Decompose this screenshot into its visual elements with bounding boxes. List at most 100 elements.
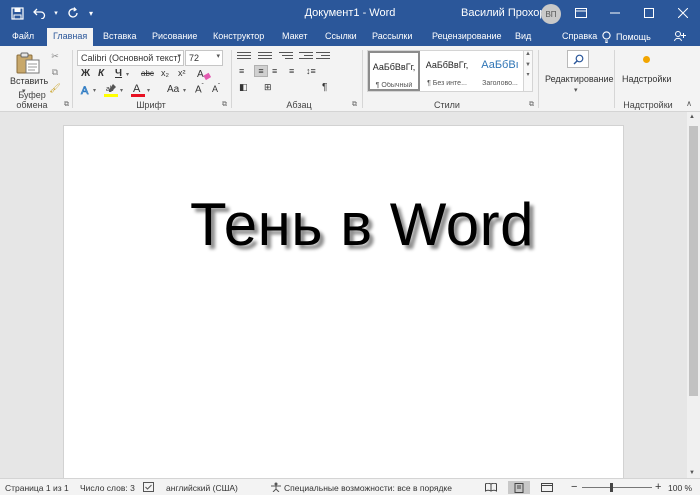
tab-references[interactable]: Ссылки <box>325 28 357 46</box>
maximize-icon[interactable] <box>632 0 666 26</box>
paste-icon[interactable] <box>16 52 40 74</box>
style-heading-1[interactable]: АаБбВı Заголово... <box>474 51 526 91</box>
highlight-dropdown-icon[interactable]: ▾ <box>120 87 123 94</box>
minimize-icon[interactable] <box>598 0 632 26</box>
collapse-ribbon-icon[interactable]: ∧ <box>686 99 692 108</box>
word-count[interactable]: Число слов: 3 <box>80 483 135 493</box>
customize-qat-icon[interactable]: ▾ <box>86 4 96 22</box>
cut-icon[interactable]: ✂ <box>48 51 62 63</box>
style-no-spacing[interactable]: АаБбВвГг, ¶ Без инте... <box>421 51 473 91</box>
web-layout-icon[interactable] <box>536 481 558 494</box>
text-effects-dropdown-icon[interactable]: ▾ <box>93 87 96 94</box>
tab-help[interactable]: Справка <box>562 28 597 46</box>
font-color-icon[interactable]: A <box>131 82 145 98</box>
align-center-icon[interactable]: ≡ <box>254 65 268 77</box>
tab-mailings[interactable]: Рассылки <box>372 28 412 46</box>
multilevel-list-icon[interactable] <box>279 52 293 64</box>
tab-review[interactable]: Рецензирование <box>432 28 502 46</box>
search-icon[interactable] <box>567 50 589 68</box>
chevron-down-icon[interactable]: ▼ <box>524 62 532 68</box>
accessibility-icon[interactable] <box>270 482 282 494</box>
align-right-icon[interactable]: ≡ <box>272 66 277 76</box>
style-normal[interactable]: АаБбВвГг, ¶ Обычный <box>368 51 420 91</box>
tab-design[interactable]: Конструктор <box>213 28 264 46</box>
zoom-slider[interactable] <box>582 487 652 488</box>
tell-me-button[interactable]: Помощь <box>602 28 651 46</box>
avatar[interactable]: ВП <box>541 4 561 24</box>
styles-scroll[interactable]: ▲ ▼ ▾ <box>523 50 533 92</box>
underline-dropdown-icon[interactable]: ▾ <box>126 71 129 78</box>
scroll-down-icon[interactable]: ▼ <box>689 470 695 476</box>
bold-button[interactable]: Ж <box>81 68 90 79</box>
close-icon[interactable] <box>666 0 700 26</box>
styles-launcher-icon[interactable]: ⧉ <box>529 101 534 109</box>
tab-home[interactable]: Главная <box>47 28 94 46</box>
tab-file[interactable]: Файл <box>12 28 34 46</box>
zoom-in-button[interactable]: + <box>655 481 661 493</box>
numbering-icon[interactable] <box>258 52 272 64</box>
zoom-out-button[interactable]: − <box>571 481 577 493</box>
tab-view[interactable]: Вид <box>515 28 531 46</box>
language-indicator[interactable]: английский (США) <box>166 483 238 493</box>
change-case-dropdown-icon[interactable]: ▾ <box>183 87 186 94</box>
vertical-scrollbar[interactable]: ▲ ▼ <box>687 112 700 478</box>
undo-icon[interactable] <box>30 4 48 22</box>
decrease-indent-icon[interactable] <box>299 52 313 64</box>
ribbon-display-icon[interactable] <box>564 0 598 26</box>
align-left-icon[interactable]: ≡ <box>239 66 244 76</box>
scroll-thumb[interactable] <box>689 126 698 396</box>
save-icon[interactable] <box>8 4 26 22</box>
document-text[interactable]: Тень в Word <box>190 190 534 259</box>
read-mode-icon[interactable] <box>480 481 502 494</box>
shrink-font-button[interactable]: Aˇ <box>212 84 220 94</box>
italic-button[interactable]: К <box>98 68 104 79</box>
accessibility-status[interactable]: Специальные возможности: все в порядке <box>284 483 452 493</box>
grow-font-button[interactable]: Aˆ <box>195 84 204 95</box>
scroll-up-icon[interactable]: ▲ <box>689 114 695 120</box>
clear-formatting-icon[interactable]: A <box>197 67 211 81</box>
proofing-icon[interactable] <box>143 482 154 494</box>
print-layout-icon[interactable] <box>508 481 530 494</box>
show-formatting-button[interactable]: ¶ <box>322 82 327 93</box>
subscript-button[interactable]: x₂ <box>161 68 169 78</box>
change-case-button[interactable]: Aa <box>167 84 179 95</box>
tab-draw[interactable]: Рисование <box>152 28 197 46</box>
more-styles-icon[interactable]: ▾ <box>524 71 532 78</box>
line-spacing-icon[interactable]: ↕≡ <box>306 66 316 76</box>
addins-group-label: Надстройки <box>623 100 673 110</box>
redo-icon[interactable] <box>64 4 82 22</box>
shading-icon[interactable]: ◧ <box>239 82 248 93</box>
increase-indent-icon[interactable] <box>316 52 330 64</box>
share-icon[interactable] <box>674 30 686 45</box>
addins-button[interactable]: Надстройки <box>622 74 671 84</box>
paste-button[interactable]: Вставить <box>10 76 48 86</box>
zoom-level[interactable]: 100 % <box>668 483 692 493</box>
strikethrough-button[interactable]: abc <box>141 69 154 78</box>
addins-icon[interactable] <box>643 56 650 63</box>
clipboard-launcher-icon[interactable]: ⧉ <box>64 101 69 109</box>
highlight-icon[interactable]: ab <box>104 82 118 98</box>
page-count[interactable]: Страница 1 из 1 <box>5 483 69 493</box>
justify-icon[interactable]: ≡ <box>289 66 294 76</box>
bullets-icon[interactable] <box>237 52 251 64</box>
document-page[interactable] <box>63 125 624 485</box>
font-size-combo[interactable]: 72 ▾ <box>185 50 223 66</box>
font-launcher-icon[interactable]: ⧉ <box>222 101 227 109</box>
editing-dropdown-icon[interactable]: ▾ <box>574 86 578 94</box>
tab-insert[interactable]: Вставка <box>103 28 136 46</box>
tab-layout[interactable]: Макет <box>282 28 307 46</box>
paragraph-launcher-icon[interactable]: ⧉ <box>352 101 357 109</box>
copy-icon[interactable]: ⧉ <box>48 67 62 79</box>
text-effects-icon[interactable]: A <box>80 83 94 97</box>
editing-button[interactable]: Редактирование <box>545 74 614 84</box>
undo-dropdown-icon[interactable]: ▾ <box>52 4 60 22</box>
font-name-combo[interactable]: Calibri (Основной текст) ▾ <box>77 50 184 66</box>
chevron-up-icon[interactable]: ▲ <box>524 51 532 57</box>
font-color-dropdown-icon[interactable]: ▾ <box>147 87 150 94</box>
underline-button[interactable]: Ч <box>115 68 122 79</box>
superscript-button[interactable]: x² <box>178 68 186 78</box>
style-sample: АаБбВı <box>481 59 519 71</box>
borders-icon[interactable]: ⊞ <box>264 82 272 93</box>
zoom-slider-thumb[interactable] <box>610 483 613 492</box>
svg-text:A: A <box>197 69 204 80</box>
